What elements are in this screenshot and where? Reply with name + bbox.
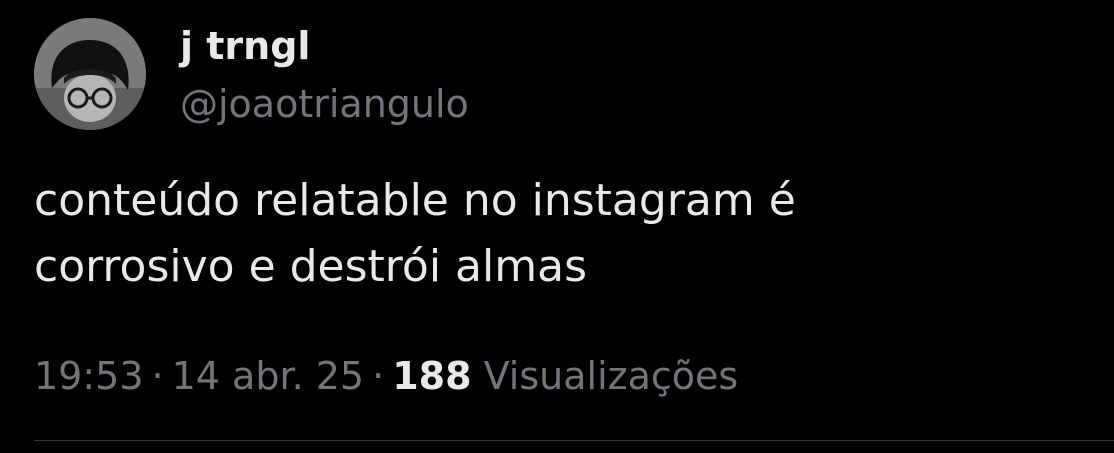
display-name[interactable]: j trngl (180, 18, 310, 74)
tweet-meta: 19:53 · 14 abr. 25 · 188 Visualizações (34, 346, 738, 406)
tweet-text: conteúdo relatable no instagram é corros… (34, 175, 796, 292)
divider (34, 440, 1114, 441)
meta-separator: · (372, 354, 385, 398)
tweet: j trngl @joaotriangulo conteúdo relatabl… (0, 0, 1114, 453)
avatar[interactable] (34, 18, 146, 130)
tweet-time[interactable]: 19:53 (34, 354, 144, 398)
views-label: Visualizações (483, 354, 739, 398)
views-count: 188 (392, 354, 472, 398)
user-handle[interactable]: @joaotriangulo (180, 76, 469, 132)
tweet-date[interactable]: 14 abr. 25 (172, 354, 365, 398)
profile-photo-icon (34, 18, 146, 130)
meta-separator: · (151, 354, 164, 398)
views-link[interactable]: 188 Visualizações (392, 354, 738, 398)
